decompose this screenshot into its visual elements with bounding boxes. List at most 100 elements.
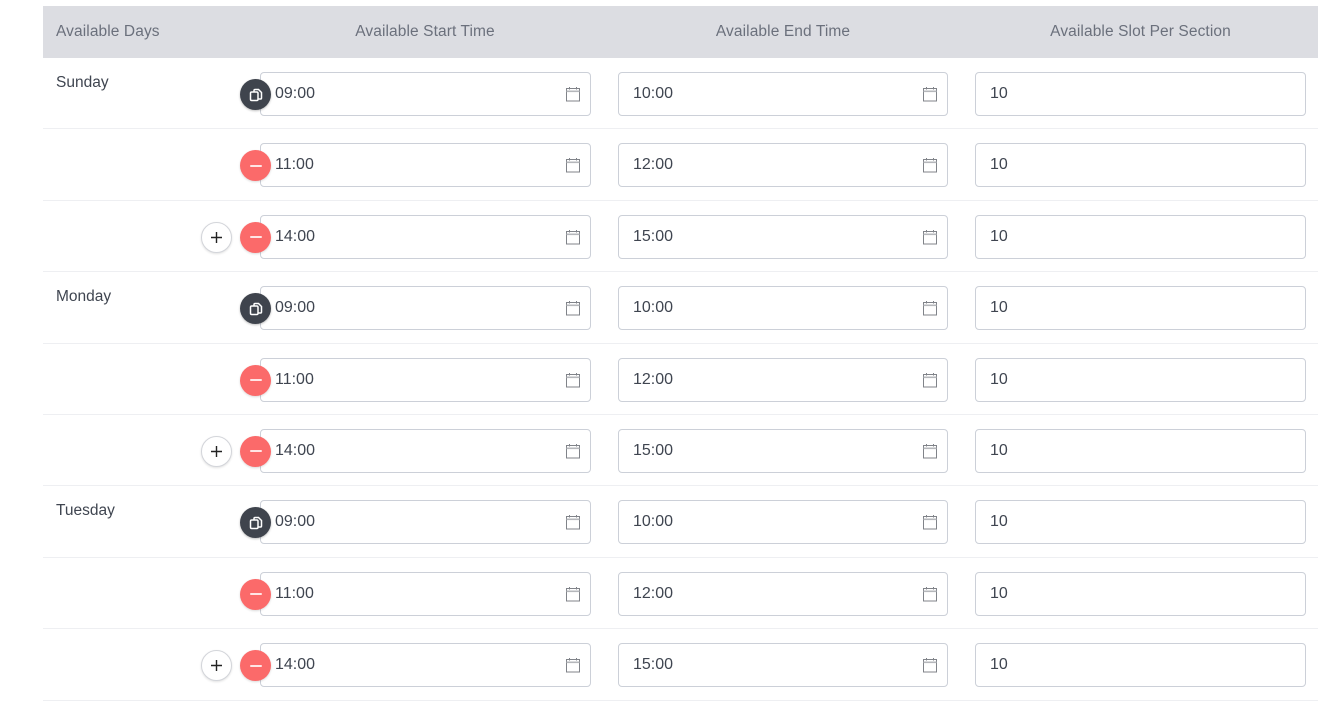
slot-count-value: 10 — [990, 156, 1008, 174]
copy-slot-button[interactable] — [240, 79, 271, 110]
minus-icon — [249, 236, 262, 239]
slot-count-value: 10 — [990, 227, 1008, 245]
table-row-sunday-3: 14:00 15:00 10 — [43, 201, 1318, 273]
start-time-value: 09:00 — [275, 85, 316, 102]
slot-count-value: 10 — [990, 299, 1008, 317]
slot-count-value: 10 — [990, 584, 1008, 602]
end-time-value: 15:00 — [633, 227, 674, 245]
table-row-tuesday-3: 14:00 15:00 10 — [43, 629, 1318, 701]
remove-slot-button[interactable] — [240, 221, 271, 253]
minus-icon — [249, 164, 262, 167]
start-time-input[interactable]: 14:00 — [260, 643, 591, 688]
calendar-icon[interactable] — [922, 157, 938, 173]
table-row-tuesday-1: Tuesday 09:00 10:00 10 — [43, 486, 1318, 558]
slot-count-input[interactable]: 10 — [975, 143, 1306, 188]
slot-count-value: 10 — [990, 85, 1008, 102]
end-time-input[interactable]: 12:00 — [618, 357, 948, 402]
end-time-value: 10:00 — [633, 85, 674, 102]
end-time-value: 15:00 — [633, 441, 674, 459]
start-time-input[interactable]: 11:00 — [260, 143, 591, 188]
calendar-icon[interactable] — [922, 86, 938, 102]
end-time-input[interactable]: 12:00 — [618, 571, 948, 616]
slot-count-value: 10 — [990, 656, 1008, 674]
calendar-icon[interactable] — [922, 514, 938, 530]
calendar-icon[interactable] — [565, 86, 581, 102]
copy-slot-button[interactable] — [240, 293, 271, 325]
calendar-icon[interactable] — [922, 372, 938, 388]
calendar-icon[interactable] — [565, 229, 581, 245]
slot-count-input[interactable]: 10 — [975, 72, 1306, 116]
end-time-value: 12:00 — [633, 156, 674, 174]
end-time-input[interactable]: 15:00 — [618, 643, 948, 688]
start-time-value: 14:00 — [275, 441, 316, 459]
end-time-input[interactable]: 10:00 — [618, 500, 948, 545]
end-time-value: 12:00 — [633, 370, 674, 388]
start-time-input[interactable]: 09:00 — [260, 286, 591, 331]
slot-count-input[interactable]: 10 — [975, 286, 1306, 331]
slot-count-input[interactable]: 10 — [975, 643, 1306, 688]
remove-slot-button[interactable] — [240, 650, 271, 682]
calendar-icon[interactable] — [565, 514, 581, 530]
start-time-value: 11:00 — [275, 370, 314, 388]
slot-count-input[interactable]: 10 — [975, 357, 1306, 402]
end-time-value: 15:00 — [633, 656, 674, 674]
table-row-tuesday-2: 11:00 12:00 10 — [43, 558, 1318, 630]
slot-count-input[interactable]: 10 — [975, 500, 1306, 545]
table-header: Available Days Available Start Time Avai… — [43, 6, 1318, 58]
calendar-icon[interactable] — [565, 300, 581, 316]
day-label: Tuesday — [56, 502, 115, 520]
start-time-value: 14:00 — [275, 656, 316, 674]
remove-slot-button[interactable] — [240, 578, 271, 610]
end-time-input[interactable]: 10:00 — [618, 72, 948, 116]
start-time-value: 09:00 — [275, 513, 316, 531]
remove-slot-button[interactable] — [240, 435, 271, 467]
calendar-icon[interactable] — [922, 229, 938, 245]
add-slot-button[interactable] — [201, 650, 232, 682]
table-body: Sunday 09:00 10:00 10 11:00 12:00 10 14:… — [43, 58, 1318, 701]
table-row-sunday-1: Sunday 09:00 10:00 10 — [43, 58, 1318, 130]
day-label: Monday — [56, 288, 112, 306]
end-time-input[interactable]: 15:00 — [618, 214, 948, 259]
calendar-icon[interactable] — [565, 157, 581, 173]
calendar-icon[interactable] — [565, 443, 581, 459]
table-row-monday-3: 14:00 15:00 10 — [43, 415, 1318, 487]
minus-icon — [249, 593, 262, 596]
header-available-end-time: Available End Time — [715, 23, 851, 40]
table-row-monday-1: Monday 09:00 10:00 10 — [43, 272, 1318, 344]
slot-count-value: 10 — [990, 370, 1008, 388]
add-slot-button[interactable] — [201, 435, 232, 467]
plus-icon — [211, 445, 222, 457]
day-label: Sunday — [56, 74, 109, 91]
calendar-icon[interactable] — [565, 657, 581, 673]
start-time-input[interactable]: 14:00 — [260, 214, 591, 259]
calendar-icon[interactable] — [922, 443, 938, 459]
start-time-input[interactable]: 14:00 — [260, 428, 591, 473]
calendar-icon[interactable] — [565, 586, 581, 602]
calendar-icon[interactable] — [922, 586, 938, 602]
end-time-input[interactable]: 10:00 — [618, 286, 948, 331]
end-time-value: 10:00 — [633, 299, 674, 317]
start-time-input[interactable]: 09:00 — [260, 72, 591, 116]
start-time-value: 11:00 — [275, 584, 314, 602]
calendar-icon[interactable] — [922, 657, 938, 673]
slot-count-input[interactable]: 10 — [975, 428, 1306, 473]
header-available-days: Available Days — [56, 23, 160, 40]
remove-slot-button[interactable] — [240, 364, 271, 396]
start-time-value: 09:00 — [275, 299, 316, 317]
start-time-input[interactable]: 09:00 — [260, 500, 591, 545]
start-time-input[interactable]: 11:00 — [260, 571, 591, 616]
end-time-input[interactable]: 15:00 — [618, 428, 948, 473]
slot-count-input[interactable]: 10 — [975, 571, 1306, 616]
end-time-value: 10:00 — [633, 513, 674, 531]
table-row-monday-2: 11:00 12:00 10 — [43, 344, 1318, 415]
header-available-start-time: Available Start Time — [355, 23, 495, 40]
minus-icon — [249, 664, 262, 667]
slot-count-input[interactable]: 10 — [975, 214, 1306, 259]
table-row-sunday-2: 11:00 12:00 10 — [43, 129, 1318, 201]
end-time-value: 12:00 — [633, 584, 674, 602]
calendar-icon[interactable] — [565, 372, 581, 388]
start-time-input[interactable]: 11:00 — [260, 357, 591, 402]
add-slot-button[interactable] — [201, 221, 232, 253]
end-time-input[interactable]: 12:00 — [618, 143, 948, 188]
calendar-icon[interactable] — [922, 300, 938, 316]
